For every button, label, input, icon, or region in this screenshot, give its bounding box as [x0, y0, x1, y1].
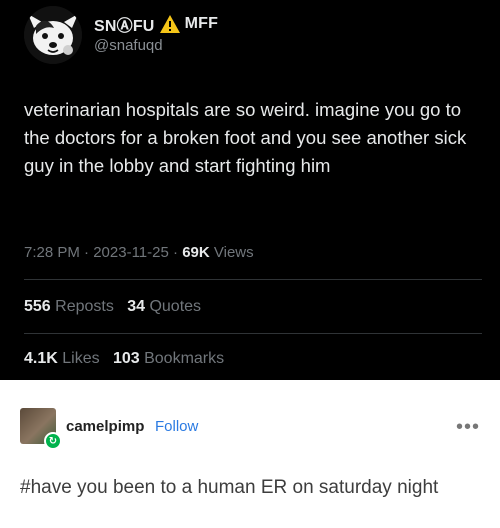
warning-icon	[159, 15, 180, 33]
meta-separator: ·	[173, 244, 183, 261]
display-name-row: SNⒶFU MFF	[94, 12, 218, 36]
page: SNⒶFU MFF @snafuqd veterinarian hospital…	[0, 0, 500, 528]
reposts-label: Reposts	[55, 298, 114, 315]
likes-bookmarks-row: 4.1K Likes 103 Bookmarks	[24, 350, 224, 368]
divider	[24, 279, 482, 280]
tweet-time[interactable]: 7:28 PM	[24, 244, 80, 261]
display-name[interactable]: SNⒶFU	[94, 12, 155, 36]
quotes-label: Quotes	[149, 298, 202, 315]
display-name-suffix: MFF	[184, 15, 219, 32]
divider	[24, 333, 482, 334]
tumblr-post: ↻ camelpimp Follow ••• #have you been to…	[0, 380, 500, 528]
user-handle[interactable]: @snafuqd	[94, 37, 163, 54]
follow-button[interactable]: Follow	[155, 418, 198, 435]
quotes-count: 34	[127, 298, 145, 315]
likes-label: Likes	[62, 350, 100, 367]
bookmarks-link[interactable]: 103 Bookmarks	[113, 350, 224, 367]
bookmarks-label: Bookmarks	[144, 350, 225, 367]
tumblr-username[interactable]: camelpimp	[66, 418, 144, 435]
reblog-icon: ↻	[44, 432, 62, 450]
tweet-screenshot: SNⒶFU MFF @snafuqd veterinarian hospital…	[0, 0, 500, 380]
meta-separator: ·	[84, 244, 94, 261]
avatar[interactable]	[24, 6, 82, 64]
quotes-link[interactable]: 34 Quotes	[127, 298, 201, 315]
tumblr-avatar[interactable]: ↻	[20, 408, 62, 450]
tweet-text: veterinarian hospitals are so weird. ima…	[24, 99, 467, 176]
likes-count: 4.1K	[24, 350, 58, 367]
more-options-icon[interactable]: •••	[456, 416, 480, 439]
reposts-count: 556	[24, 298, 51, 315]
views-label: Views	[213, 244, 254, 261]
bookmarks-count: 103	[112, 350, 140, 367]
views-count: 69K	[182, 244, 210, 261]
reposts-link[interactable]: 556 Reposts	[24, 298, 114, 315]
dog-avatar-icon	[24, 6, 82, 64]
post-tag-text: #have you been to a human ER on saturday…	[20, 477, 439, 498]
likes-link[interactable]: 4.1K Likes	[24, 350, 100, 367]
tweet-date[interactable]: 2023-11-25	[93, 244, 169, 261]
reposts-quotes-row: 556 Reposts 34 Quotes	[24, 298, 201, 316]
tweet-meta: 7:28 PM · 2023-11-25 · 69K Views	[24, 244, 254, 261]
